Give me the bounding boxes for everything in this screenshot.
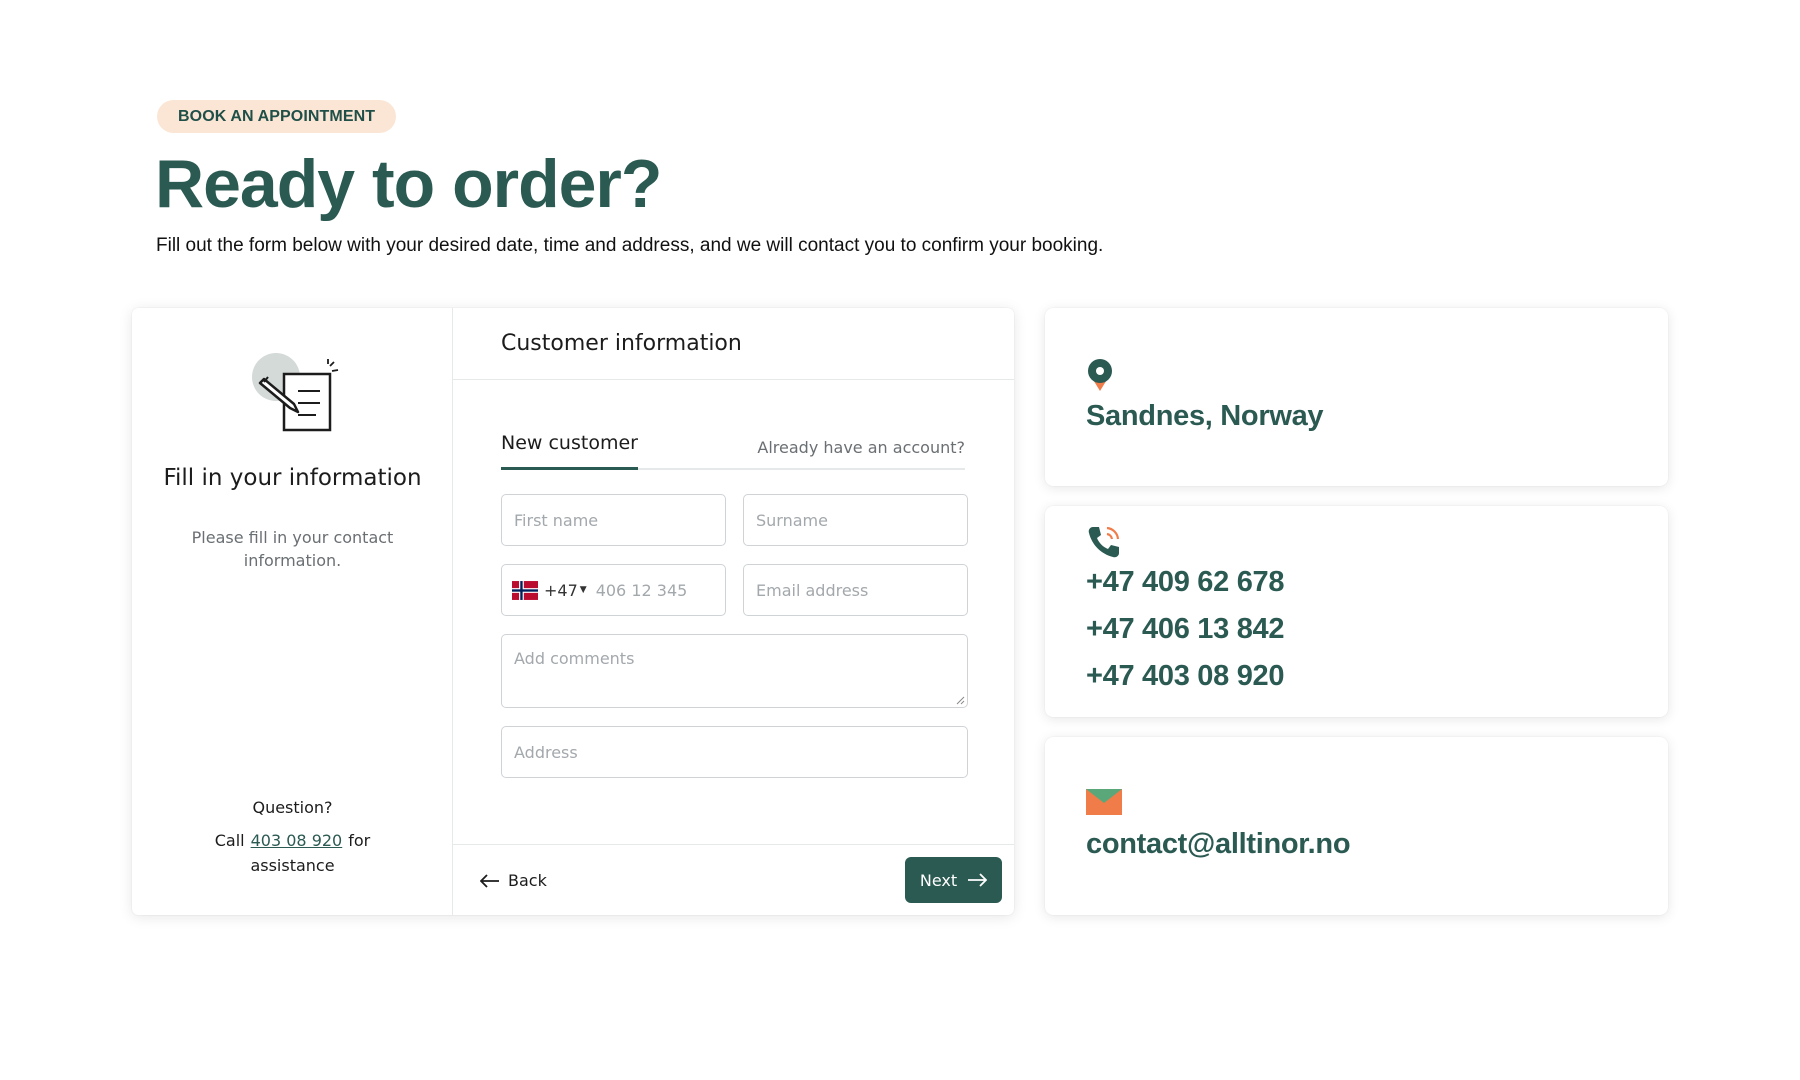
phone-number-3[interactable]: +47 403 08 920: [1086, 660, 1285, 693]
email-input[interactable]: [756, 580, 967, 600]
step-description: Please fill in your contact information.: [191, 528, 394, 570]
email-field[interactable]: [743, 564, 968, 616]
address-field[interactable]: [501, 726, 968, 778]
back-label: Back: [508, 871, 547, 890]
resize-handle-icon[interactable]: [955, 695, 965, 705]
phone-number-1[interactable]: +47 409 62 678: [1086, 566, 1285, 599]
first-name-input[interactable]: [514, 510, 725, 530]
tab-existing-account[interactable]: Already have an account?: [757, 438, 965, 457]
page-title: Ready to order?: [155, 146, 662, 222]
help-phone-link[interactable]: 403 08 920: [251, 831, 343, 850]
help-text: Call 403 08 920 for assistance: [192, 828, 393, 878]
customer-tabs: New customer Already have an account?: [501, 432, 965, 470]
address-input[interactable]: [514, 742, 967, 762]
arrow-right-icon: [968, 873, 988, 887]
surname-input[interactable]: [756, 510, 967, 530]
phone-number-2[interactable]: +47 406 13 842: [1086, 613, 1285, 646]
chevron-down-icon[interactable]: ▼: [580, 585, 587, 595]
phone-card: +47 409 62 678 +47 406 13 842 +47 403 08…: [1045, 506, 1668, 717]
phone-icon: [1088, 526, 1120, 558]
surname-field[interactable]: [743, 494, 968, 546]
location-text: Sandnes, Norway: [1086, 400, 1324, 432]
tab-new-customer[interactable]: New customer: [501, 432, 638, 470]
pencil-document-icon: [252, 353, 339, 432]
back-button[interactable]: Back: [480, 871, 547, 890]
help-question: Question?: [252, 798, 333, 817]
form-footer: Back Next: [453, 844, 1014, 915]
comments-field[interactable]: [501, 634, 968, 708]
phone-field[interactable]: +47 ▼: [501, 564, 726, 616]
country-code-select[interactable]: +47: [544, 581, 578, 600]
location-card: Sandnes, Norway: [1045, 308, 1668, 486]
comments-input[interactable]: [514, 649, 967, 687]
booking-card: Fill in your information Please fill in …: [132, 308, 1014, 915]
next-label: Next: [919, 870, 958, 890]
norway-flag-icon: [512, 580, 538, 600]
page-subtitle: Fill out the form below with your desire…: [156, 235, 1104, 256]
email-text[interactable]: contact@alltinor.no: [1086, 828, 1351, 861]
phone-input[interactable]: [595, 580, 706, 600]
email-card: contact@alltinor.no: [1045, 737, 1668, 915]
eyebrow-badge: BOOK AN APPOINTMENT: [157, 100, 397, 133]
arrow-left-icon: [480, 873, 499, 888]
first-name-field[interactable]: [501, 494, 726, 546]
step-title: Fill in your information: [163, 465, 422, 491]
location-pin-icon: [1088, 359, 1112, 391]
step-panel: Fill in your information Please fill in …: [132, 308, 453, 915]
mail-icon: [1086, 789, 1122, 815]
next-button[interactable]: Next: [905, 857, 1002, 903]
form-heading: Customer information: [453, 308, 1014, 380]
customer-form: Customer information New customer Alread…: [453, 308, 1014, 915]
help-prefix: Call: [214, 831, 245, 850]
